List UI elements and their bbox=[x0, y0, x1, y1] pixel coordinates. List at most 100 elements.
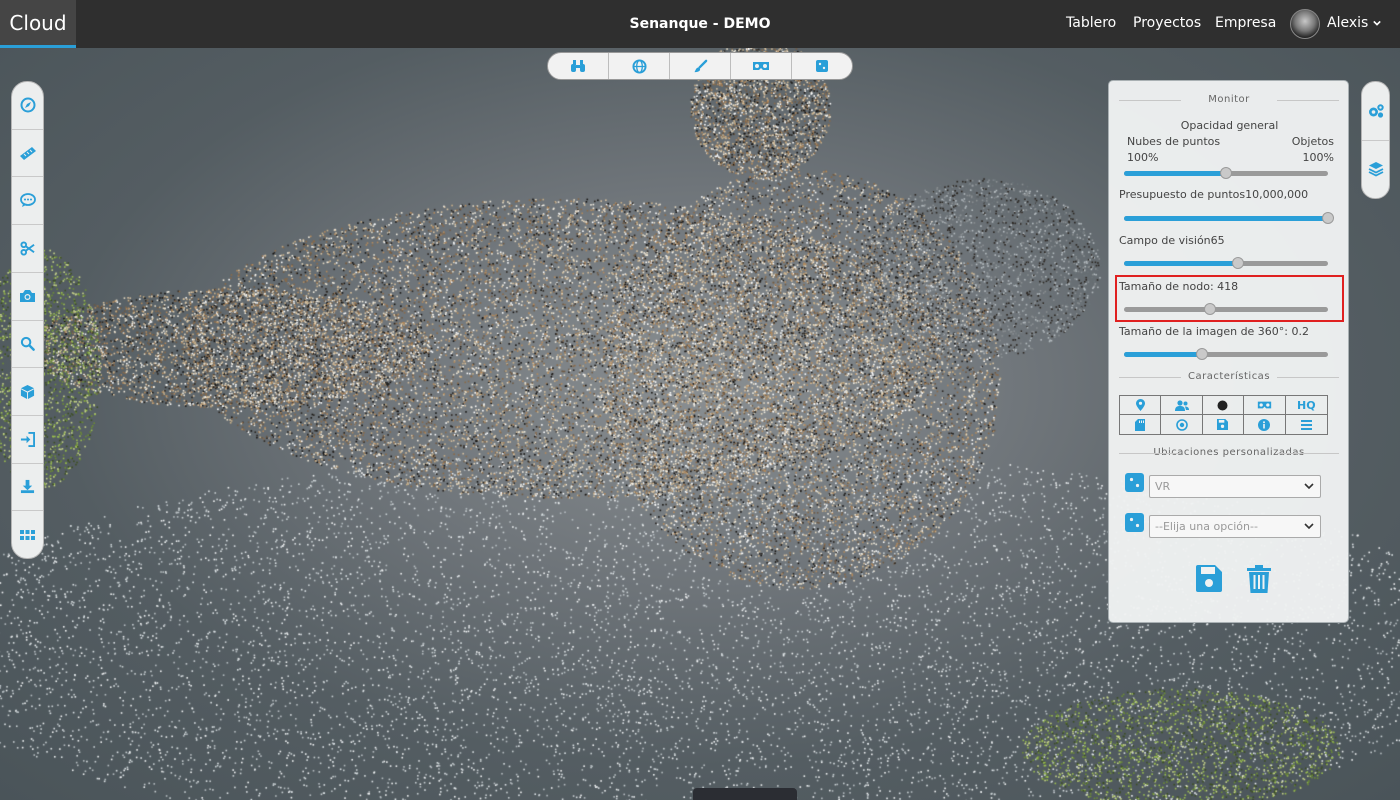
user-name[interactable]: Alexis bbox=[1327, 0, 1368, 46]
user-avatar[interactable] bbox=[1290, 9, 1320, 39]
location-select-vr[interactable]: VR bbox=[1149, 475, 1321, 498]
node-size-slider[interactable] bbox=[1124, 303, 1328, 315]
node-size-label-text: Tamaño de nodo: bbox=[1119, 280, 1218, 293]
location-cube-icon[interactable] bbox=[1125, 513, 1144, 532]
bottom-drawer-handle[interactable] bbox=[693, 788, 797, 800]
settings-button[interactable] bbox=[1362, 82, 1389, 141]
feature-vr-button[interactable] bbox=[1244, 396, 1286, 415]
globe-button[interactable] bbox=[609, 53, 670, 79]
slider-thumb[interactable] bbox=[1220, 167, 1232, 179]
search-button[interactable] bbox=[12, 321, 43, 369]
slider-thumb[interactable] bbox=[1322, 212, 1334, 224]
cogs-icon bbox=[1368, 104, 1384, 118]
chevron-down-icon bbox=[1304, 523, 1314, 530]
binoculars-icon bbox=[571, 60, 585, 72]
feature-sd-button[interactable] bbox=[1120, 415, 1162, 434]
right-toolbar bbox=[1361, 81, 1390, 199]
binoculars-button[interactable] bbox=[548, 53, 609, 79]
vr-goggles-icon bbox=[1257, 401, 1272, 409]
delete-location-button[interactable] bbox=[1247, 565, 1271, 593]
feature-registered-button[interactable] bbox=[1161, 415, 1203, 434]
top-navbar: Cloud Senanque - DEMO Tablero Proyectos … bbox=[0, 0, 1400, 48]
monitor-panel: Monitor Opacidad general Nubes de puntos… bbox=[1108, 80, 1349, 623]
feature-hq-button[interactable]: HQ bbox=[1285, 396, 1327, 415]
search-icon bbox=[20, 337, 35, 352]
feature-info-button[interactable] bbox=[1244, 415, 1286, 434]
point-budget-value: 10,000,000 bbox=[1245, 188, 1309, 201]
import-button[interactable] bbox=[12, 416, 43, 464]
location-select-vr-value: VR bbox=[1155, 480, 1171, 493]
sign-in-icon bbox=[20, 431, 35, 447]
navigation-button[interactable] bbox=[12, 82, 43, 130]
volume-button[interactable] bbox=[12, 368, 43, 416]
brush-icon bbox=[693, 59, 707, 72]
image360-size-slider[interactable] bbox=[1124, 348, 1328, 360]
location-select-option[interactable]: --Elija una opción-- bbox=[1149, 515, 1321, 538]
brush-button[interactable] bbox=[670, 53, 731, 79]
info-icon bbox=[1258, 418, 1271, 431]
measure-button[interactable] bbox=[12, 130, 43, 178]
circle-icon bbox=[1217, 400, 1228, 410]
point-cloud-opacity-label: Nubes de puntos bbox=[1127, 135, 1221, 148]
slider-fill bbox=[1124, 171, 1226, 176]
layers-icon bbox=[1368, 162, 1383, 177]
list-icon bbox=[1300, 419, 1312, 430]
features-section-title: Características bbox=[1119, 371, 1339, 382]
layers-button[interactable] bbox=[1362, 141, 1389, 199]
nav-projects-link[interactable]: Proyectos bbox=[1133, 0, 1201, 46]
slider-fill bbox=[1124, 352, 1202, 357]
image360-size-value: 0.2 bbox=[1291, 325, 1310, 338]
node-size-value: 418 bbox=[1217, 280, 1239, 293]
objects-opacity-label: Objetos bbox=[1291, 135, 1334, 148]
feature-point-button[interactable] bbox=[1202, 396, 1245, 415]
left-toolbar bbox=[11, 81, 44, 559]
grid-icon bbox=[20, 529, 35, 540]
fov-label-text: Campo de visión bbox=[1119, 234, 1211, 247]
fov-value: 65 bbox=[1210, 234, 1225, 247]
feature-list-button[interactable] bbox=[1286, 415, 1327, 434]
node-size-label: Tamaño de nodo: 418 bbox=[1119, 280, 1238, 293]
vr-button[interactable] bbox=[731, 53, 792, 79]
download-button[interactable] bbox=[12, 464, 43, 512]
point-budget-label-text: Presupuesto de puntos bbox=[1119, 188, 1246, 201]
brand-logo[interactable]: Cloud bbox=[0, 0, 76, 48]
nav-company-link[interactable]: Empresa bbox=[1215, 0, 1276, 46]
monitor-section-title: Monitor bbox=[1119, 94, 1339, 105]
clipping-button[interactable] bbox=[12, 225, 43, 273]
cube-icon bbox=[816, 60, 828, 72]
slider-thumb[interactable] bbox=[1203, 303, 1216, 315]
cube-button[interactable] bbox=[792, 53, 852, 79]
general-opacity-label: Opacidad general bbox=[1180, 119, 1279, 132]
vr-goggles-icon bbox=[753, 62, 769, 70]
download-icon bbox=[20, 480, 35, 494]
scissors-icon bbox=[20, 241, 35, 256]
screenshot-button[interactable] bbox=[12, 273, 43, 321]
chevron-down-icon[interactable] bbox=[1373, 19, 1381, 27]
custom-locations-title: Ubicaciones personalizadas bbox=[1119, 447, 1339, 458]
apps-grid-button[interactable] bbox=[12, 511, 43, 558]
general-opacity-slider[interactable] bbox=[1124, 167, 1328, 179]
annotation-button[interactable] bbox=[12, 177, 43, 226]
feature-save-button[interactable] bbox=[1203, 415, 1245, 434]
sd-card-icon bbox=[1135, 418, 1146, 431]
objects-opacity-value: 100% bbox=[1302, 151, 1334, 164]
point-budget-slider[interactable] bbox=[1124, 212, 1334, 224]
hq-label: HQ bbox=[1297, 398, 1316, 412]
feature-users-button[interactable] bbox=[1161, 396, 1203, 415]
camera-icon bbox=[20, 290, 35, 303]
nav-dashboard-link[interactable]: Tablero bbox=[1066, 0, 1116, 46]
location-cube-icon[interactable] bbox=[1125, 473, 1144, 492]
map-marker-icon bbox=[1135, 399, 1145, 411]
save-location-button[interactable] bbox=[1196, 565, 1222, 592]
slider-thumb[interactable] bbox=[1232, 257, 1245, 269]
features-grid: HQ bbox=[1119, 395, 1328, 435]
feature-marker-button[interactable] bbox=[1120, 396, 1162, 415]
compass-icon bbox=[20, 97, 35, 113]
fov-slider[interactable] bbox=[1124, 257, 1328, 269]
slider-thumb[interactable] bbox=[1195, 348, 1208, 360]
location-select-option-value: --Elija una opción-- bbox=[1155, 520, 1258, 533]
ruler-icon bbox=[19, 147, 36, 161]
save-icon bbox=[1217, 419, 1229, 430]
slider-fill bbox=[1124, 216, 1328, 221]
project-title: Senanque - DEMO bbox=[629, 16, 771, 32]
